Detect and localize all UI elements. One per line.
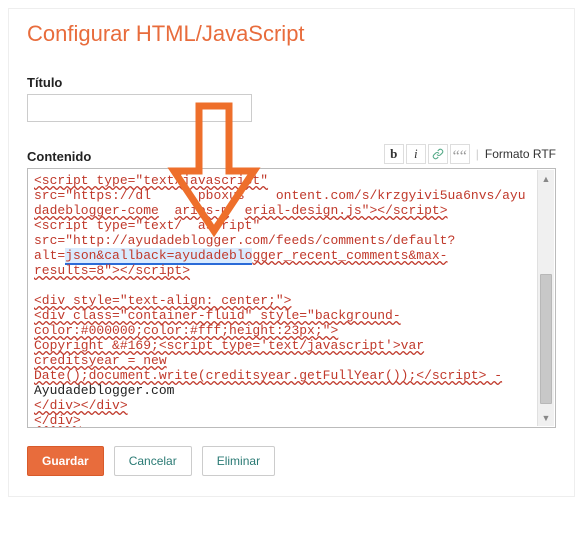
scroll-down-arrow[interactable]: ▼: [538, 409, 554, 426]
format-rtf-link[interactable]: Formato RTF: [485, 147, 556, 161]
scroll-thumb[interactable]: [540, 274, 552, 404]
content-label: Contenido: [27, 149, 91, 164]
content-editor[interactable]: <script type="text/javascript" src="http…: [28, 169, 555, 427]
save-button[interactable]: Guardar: [27, 446, 104, 476]
widget-config-dialog: Configurar HTML/JavaScript Título Conten…: [8, 8, 575, 497]
quote-icon: ““: [453, 151, 467, 163]
dialog-heading: Configurar HTML/JavaScript: [27, 21, 556, 47]
title-input[interactable]: [27, 94, 252, 122]
scroll-up-arrow[interactable]: ▲: [538, 170, 554, 187]
editor-toolbar: b i ““ | Formato RTF: [384, 144, 556, 164]
link-button[interactable]: [428, 144, 448, 164]
delete-button[interactable]: Eliminar: [202, 446, 275, 476]
italic-button[interactable]: i: [406, 144, 426, 164]
toolbar-separator: |: [476, 147, 479, 161]
editor-scrollbar[interactable]: ▲ ▼: [537, 170, 554, 426]
bold-button[interactable]: b: [384, 144, 404, 164]
quote-button[interactable]: ““: [450, 144, 470, 164]
content-editor-wrap: <script type="text/javascript" src="http…: [27, 168, 556, 428]
button-row: Guardar Cancelar Eliminar: [27, 446, 556, 476]
title-label: Título: [27, 75, 556, 90]
cancel-button[interactable]: Cancelar: [114, 446, 192, 476]
link-icon: [431, 147, 445, 161]
